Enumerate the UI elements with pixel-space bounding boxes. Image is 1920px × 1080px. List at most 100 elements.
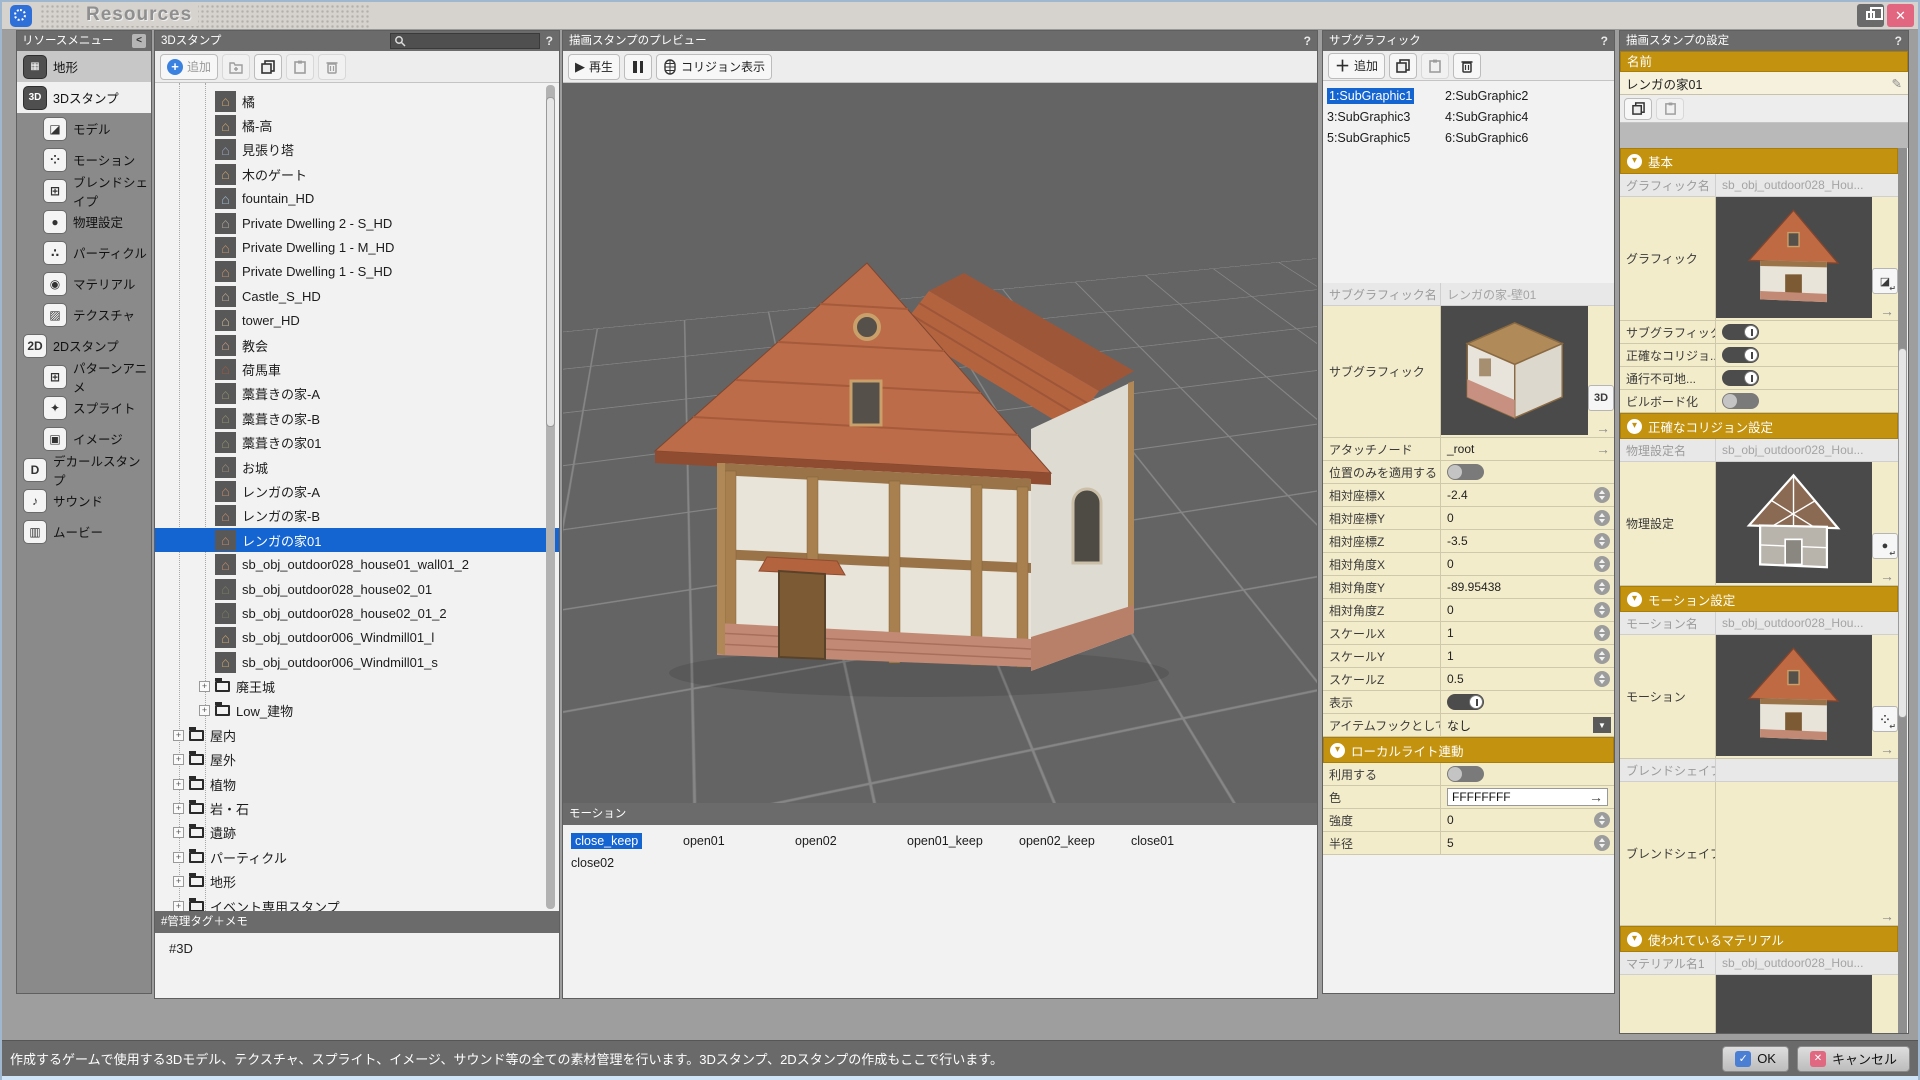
scale-z-value[interactable]: 0.5 xyxy=(1441,668,1614,690)
graphic-value[interactable]: ◪→ xyxy=(1716,197,1898,320)
arrow-right-icon[interactable]: → xyxy=(1596,420,1610,436)
3d-badge-icon[interactable]: 3D xyxy=(1588,385,1614,411)
stepper-icon[interactable] xyxy=(1594,579,1610,595)
expand-plus-icon[interactable]: + xyxy=(199,681,210,692)
paste-stamp-button[interactable] xyxy=(286,54,314,80)
stamp-name-field[interactable]: レンガの家01 ✎ xyxy=(1620,72,1908,95)
blendshape-value[interactable]: → xyxy=(1716,782,1898,925)
motion-settings-header[interactable]: ▾モーション設定 xyxy=(1620,586,1898,612)
sidebar-item-motion[interactable]: ⁘モーション xyxy=(17,144,151,175)
delete-subgraphic-button[interactable] xyxy=(1453,53,1481,79)
tree-folder[interactable]: +植物 xyxy=(155,772,559,796)
preview-viewport[interactable] xyxy=(563,83,1317,803)
billboard-toggle[interactable] xyxy=(1722,393,1759,409)
expand-plus-icon[interactable]: + xyxy=(199,705,210,716)
tree-folder[interactable]: +地形 xyxy=(155,870,559,894)
arrow-right-icon[interactable]: → xyxy=(1880,741,1894,757)
expand-plus-icon[interactable]: + xyxy=(173,827,184,838)
light-color-value[interactable]: FFFFFFFF→ xyxy=(1441,786,1614,808)
copy-settings-button[interactable] xyxy=(1624,98,1652,120)
impassable-terrain-value[interactable] xyxy=(1716,367,1898,389)
sidebar-item-2d-stamp[interactable]: 2D2Dスタンプ xyxy=(17,330,151,361)
ok-button[interactable]: ✓ OK xyxy=(1722,1046,1789,1072)
relative-angle-z-value[interactable]: 0 xyxy=(1441,599,1614,621)
expand-plus-icon[interactable]: + xyxy=(173,730,184,741)
stepper-icon[interactable] xyxy=(1594,602,1610,618)
help-icon[interactable]: ? xyxy=(1895,31,1902,51)
local-light-link-header[interactable]: ▾ローカルライト連動 xyxy=(1323,737,1614,763)
pause-button[interactable] xyxy=(624,54,652,80)
tree-item[interactable]: ⌂教会 xyxy=(155,333,559,357)
use-local-light-toggle[interactable] xyxy=(1447,766,1484,782)
impassable-terrain-toggle[interactable] xyxy=(1722,370,1759,386)
tree-item[interactable]: ⌂sb_obj_outdoor006_Windmill01_l xyxy=(155,626,559,650)
close-window-button[interactable]: ✕ xyxy=(1887,4,1914,27)
tree-folder[interactable]: +廃王城 xyxy=(155,674,559,698)
graphic-thumbnail[interactable] xyxy=(1716,197,1872,318)
tree-item[interactable]: ⌂sb_obj_outdoor006_Windmill01_s xyxy=(155,650,559,674)
tree-item[interactable]: ⌂レンガの家-A xyxy=(155,479,559,503)
visible-value[interactable] xyxy=(1441,691,1614,713)
restore-window-button[interactable] xyxy=(1857,4,1884,27)
subgraphic-enabled-toggle[interactable] xyxy=(1722,324,1759,340)
relative-angle-y-value[interactable]: -89.95438 xyxy=(1441,576,1614,598)
motion-value[interactable]: ⁘→ xyxy=(1716,635,1898,758)
sidebar-item-physics[interactable]: ●物理設定 xyxy=(17,206,151,237)
motion-item[interactable]: close02 xyxy=(571,852,683,874)
sidebar-item-texture[interactable]: ▨テクスチャ xyxy=(17,299,151,330)
tree-item[interactable]: ⌂お城 xyxy=(155,455,559,479)
tree-folder[interactable]: +イベント専用スタンプ xyxy=(155,894,559,911)
arrow-right-icon[interactable]: → xyxy=(1589,789,1603,805)
stepper-icon[interactable] xyxy=(1594,671,1610,687)
tag-memo-value[interactable]: #3D xyxy=(155,933,559,998)
tree-item[interactable]: ⌂レンガの家-B xyxy=(155,504,559,528)
sidebar-item-3d-stamp[interactable]: 3D3Dスタンプ xyxy=(17,82,151,113)
tree-item[interactable]: ⌂レンガの家01 xyxy=(155,528,559,552)
help-icon[interactable]: ? xyxy=(1601,31,1608,51)
relative-angle-x-value[interactable]: 0 xyxy=(1441,553,1614,575)
help-icon[interactable]: ? xyxy=(1304,31,1311,51)
sidebar-item-pattern-anime[interactable]: ⊞パターンアニメ xyxy=(17,361,151,392)
tree-item[interactable]: ⌂Castle_S_HD xyxy=(155,284,559,308)
light-intensity-value[interactable]: 0 xyxy=(1441,809,1614,831)
tree-folder[interactable]: +パーティクル xyxy=(155,845,559,869)
arrow-right-icon[interactable]: → xyxy=(1880,908,1894,924)
arrow-right-icon[interactable]: → xyxy=(1596,441,1610,457)
edit-pencil-icon[interactable]: ✎ xyxy=(1892,76,1902,91)
physics-badge-icon[interactable]: ● xyxy=(1872,533,1898,559)
sidebar-item-movie[interactable]: ▥ムービー xyxy=(17,516,151,547)
settings-scrollbar[interactable] xyxy=(1898,148,1907,1033)
sidebar-item-sound[interactable]: ♪サウンド xyxy=(17,485,151,516)
arrow-right-icon[interactable]: → xyxy=(1880,568,1894,584)
expand-plus-icon[interactable]: + xyxy=(173,876,184,887)
tree-item[interactable]: ⌂fountain_HD xyxy=(155,187,559,211)
motion-item[interactable]: close01 xyxy=(1131,830,1243,852)
tree-scrollbar[interactable] xyxy=(546,85,555,909)
relative-z-value[interactable]: -3.5 xyxy=(1441,530,1614,552)
physics-thumbnail[interactable] xyxy=(1716,462,1872,583)
tree-folder[interactable]: +岩・石 xyxy=(155,796,559,820)
sidebar-item-decal-stamp[interactable]: Dデカールスタンプ xyxy=(17,454,151,485)
expand-plus-icon[interactable]: + xyxy=(173,754,184,765)
sidebar-item-sprite[interactable]: ✦スプライト xyxy=(17,392,151,423)
billboard-value[interactable] xyxy=(1716,390,1898,412)
tree-item[interactable]: ⌂藁葺きの家-B xyxy=(155,406,559,430)
paste-settings-button[interactable] xyxy=(1656,98,1684,120)
tree-folder[interactable]: +Low_建物 xyxy=(155,699,559,723)
motion-thumbnail[interactable] xyxy=(1716,635,1872,756)
collision-display-button[interactable]: コリジョン表示 xyxy=(656,54,772,80)
cancel-button[interactable]: ✕ キャンセル xyxy=(1797,1046,1910,1072)
tree-item[interactable]: ⌂見張り塔 xyxy=(155,138,559,162)
tree-item[interactable]: ⌂木のゲート xyxy=(155,162,559,186)
subgraphic-slot[interactable]: 3:SubGraphic3 xyxy=(1327,107,1445,128)
use-local-light-value[interactable] xyxy=(1441,763,1614,785)
add-folder-button[interactable] xyxy=(222,54,250,80)
material-1-value[interactable] xyxy=(1716,975,1898,1033)
stepper-icon[interactable] xyxy=(1594,510,1610,526)
model-badge-icon[interactable]: ◪ xyxy=(1872,268,1898,294)
attach-node-value[interactable]: _root→ xyxy=(1441,438,1614,460)
sidebar-item-terrain[interactable]: ▦地形 xyxy=(17,51,151,82)
tree-folder[interactable]: +遺跡 xyxy=(155,821,559,845)
sidebar-item-model[interactable]: ◪モデル xyxy=(17,113,151,144)
subgraphic-slot[interactable]: 1:SubGraphic1 xyxy=(1327,86,1445,107)
